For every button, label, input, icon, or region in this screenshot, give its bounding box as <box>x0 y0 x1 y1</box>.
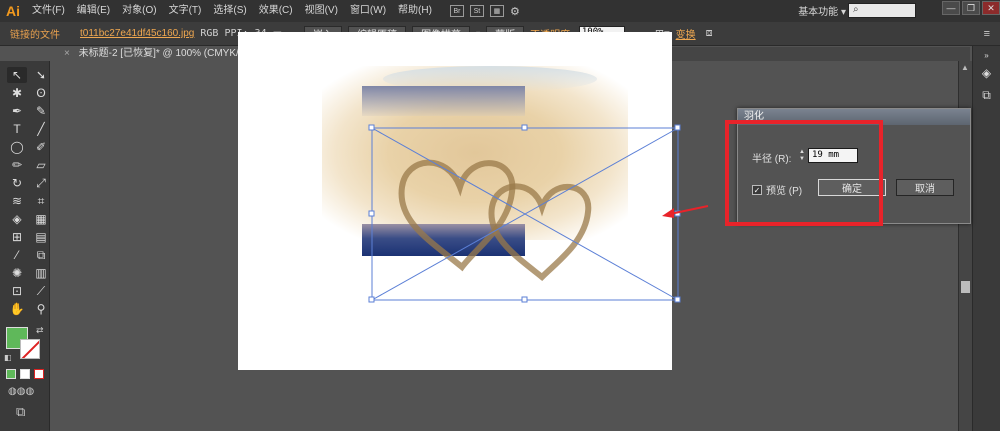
none-mode-icon[interactable] <box>34 369 44 379</box>
scale-tool[interactable]: ⤢ <box>31 175 51 191</box>
linked-filename-link[interactable]: t011bc27e41df45c160.jpg <box>80 28 194 39</box>
transform-link[interactable]: 变换 <box>676 26 696 41</box>
arrange-documents-icon[interactable]: ▦ <box>489 5 504 17</box>
rotate-tool[interactable]: ↻ <box>7 175 27 191</box>
stock-icon[interactable]: St <box>469 5 484 17</box>
screen-mode-icon[interactable]: ⧉ <box>16 404 25 420</box>
column-graph-tool[interactable]: ▥ <box>31 265 51 281</box>
sand-hearts-image <box>398 159 592 282</box>
minimize-button[interactable]: — <box>942 1 960 15</box>
free-transform-tool[interactable]: ⌗ <box>31 193 51 209</box>
warp-tool[interactable]: ≋ <box>7 193 27 209</box>
menu-object[interactable]: 对象(O) <box>116 0 162 22</box>
direct-selection-tool[interactable]: ➘ <box>31 67 51 83</box>
mesh-tool[interactable]: ⊞ <box>7 229 27 245</box>
pen-tool[interactable]: ✒ <box>7 103 27 119</box>
default-colors-icon[interactable]: ◧ <box>4 353 12 362</box>
panel-menu-icon[interactable]: ≡ <box>984 28 990 40</box>
slice-tool[interactable]: ⟋ <box>31 283 51 299</box>
search-input[interactable]: ⌕ <box>848 3 916 18</box>
curvature-tool[interactable]: ✎ <box>31 103 51 119</box>
color-mode-row <box>6 369 44 379</box>
isolate-icon[interactable]: ⧈ <box>706 27 713 40</box>
menu-view[interactable]: 视图(V) <box>299 0 344 22</box>
eraser-tool[interactable]: ▱ <box>31 157 51 173</box>
workspace-switcher[interactable]: 基本功能 ▾ <box>798 3 846 18</box>
gradient-mode-icon[interactable] <box>20 369 30 379</box>
menu-type[interactable]: 文字(T) <box>163 0 208 22</box>
perspective-grid-tool[interactable]: ▦ <box>31 211 51 227</box>
menu-help[interactable]: 帮助(H) <box>392 0 438 22</box>
menu-icons: Br St ▦ ⚙ <box>449 5 520 18</box>
cancel-button[interactable]: 取消 <box>896 179 954 196</box>
image-top-sky <box>362 86 525 116</box>
hand-tool[interactable]: ✋ <box>7 301 27 317</box>
gpu-performance-icon[interactable]: ⚙ <box>510 5 520 18</box>
gradient-tool[interactable]: ▤ <box>31 229 51 245</box>
app-logo: Ai <box>6 3 20 19</box>
stroke-color-swatch[interactable] <box>20 339 40 359</box>
ellipse-tool[interactable]: ◯ <box>7 139 27 155</box>
paintbrush-tool[interactable]: ✐ <box>31 139 51 155</box>
layers-icon[interactable]: ◈ <box>977 64 997 82</box>
type-tool[interactable]: T <box>7 121 27 137</box>
document-tab-title: 未标题-2 [已恢复]* @ 100% (CMYK/预览) <box>78 48 263 59</box>
menu-effect[interactable]: 效果(C) <box>253 0 299 22</box>
close-button[interactable]: ✕ <box>982 1 1000 15</box>
line-tool[interactable]: ╱ <box>31 121 51 137</box>
menu-bar: Ai 文件(F) 编辑(E) 对象(O) 文字(T) 选择(S) 效果(C) 视… <box>0 0 1000 22</box>
annotation-arrow-icon <box>662 205 709 218</box>
right-panel-dock: » ◈ ⧉ <box>972 46 1000 431</box>
menu-file[interactable]: 文件(F) <box>26 0 71 22</box>
symbol-sprayer-tool[interactable]: ✺ <box>7 265 27 281</box>
tools-panel: ↖ ➘ ✱ ʘ ✒ ✎ T ╱ ◯ ✐ ✏ ▱ ↻ ⤢ ≋ ⌗ ◈ ▦ ⊞ ▤ ⁄ ⧉ ✺ ▥ ⊡ ⟋ ✋ ⚲ ⇄ ◧ ◍◍◍ ⧉ <box>0 61 50 431</box>
lasso-tool[interactable]: ʘ <box>31 85 51 101</box>
window-controls: — ❐ ✕ <box>942 1 1000 15</box>
scroll-thumb[interactable] <box>961 281 970 293</box>
scroll-up-icon[interactable]: ▲ <box>961 63 969 72</box>
illustrator-window: Ai 文件(F) 编辑(E) 对象(O) 文字(T) 选择(S) 效果(C) 视… <box>0 0 1000 431</box>
menu-edit[interactable]: 编辑(E) <box>71 0 116 22</box>
chevron-down-icon: ▾ <box>840 7 846 18</box>
search-icon: ⌕ <box>853 4 859 15</box>
restore-button[interactable]: ❐ <box>962 1 980 15</box>
color-mode-icon[interactable] <box>6 369 16 379</box>
shape-builder-tool[interactable]: ◈ <box>7 211 27 227</box>
workspace-label: 基本功能 <box>798 7 839 18</box>
close-tab-icon[interactable]: × <box>64 48 70 59</box>
swap-colors-icon[interactable]: ⇄ <box>36 325 44 336</box>
blend-tool[interactable]: ⧉ <box>31 247 51 263</box>
menu-window[interactable]: 窗口(W) <box>344 0 392 22</box>
pencil-tool[interactable]: ✏ <box>7 157 27 173</box>
magic-wand-tool[interactable]: ✱ <box>7 85 27 101</box>
eyedropper-tool[interactable]: ⁄ <box>7 247 27 263</box>
collapse-panels-icon[interactable]: » <box>977 50 997 60</box>
selection-tool[interactable]: ↖ <box>7 67 27 83</box>
tool-grid: ↖ ➘ ✱ ʘ ✒ ✎ T ╱ ◯ ✐ ✏ ▱ ↻ ⤢ ≋ ⌗ ◈ ▦ ⊞ ▤ ⁄ ⧉ ✺ ▥ ⊡ ⟋ ✋ ⚲ <box>0 61 49 317</box>
drawing-modes-icon[interactable]: ◍◍◍ <box>8 386 34 397</box>
linked-file-label[interactable]: 链接的文件 <box>10 26 60 41</box>
annotation-highlight-box <box>725 120 883 226</box>
artboard-tool[interactable]: ⊡ <box>7 283 27 299</box>
artboards-icon[interactable]: ⧉ <box>977 86 997 104</box>
menu-select[interactable]: 选择(S) <box>207 0 252 22</box>
zoom-tool[interactable]: ⚲ <box>31 301 51 317</box>
bridge-icon[interactable]: Br <box>449 5 464 17</box>
